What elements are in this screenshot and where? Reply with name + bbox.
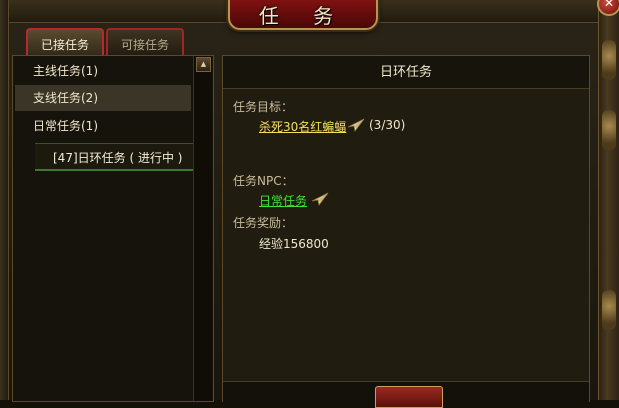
window-left-border bbox=[0, 0, 9, 400]
quest-detail-footer bbox=[223, 381, 589, 408]
quest-target-progress: (3/30) bbox=[369, 118, 406, 132]
teleport-fly-icon[interactable] bbox=[311, 192, 329, 206]
quest-window: 任 务 ✕ 已接任务 可接任务 主线任务(1) 支线任务(2) 日常任务(1) … bbox=[0, 0, 619, 408]
tab-label: 已接任务 bbox=[40, 38, 89, 52]
scroll-up-button[interactable]: ▲ bbox=[196, 57, 211, 72]
quest-category-main[interactable]: 主线任务(1) bbox=[15, 58, 191, 84]
quest-list-scrollbar[interactable]: ▲ bbox=[193, 56, 212, 401]
tab-label: 可接任务 bbox=[120, 38, 169, 52]
close-icon: ✕ bbox=[603, 0, 615, 10]
quest-action-button[interactable] bbox=[375, 386, 443, 408]
quest-npc-link[interactable]: 日常任务 bbox=[259, 192, 307, 209]
list-item-label: 日常任务(1) bbox=[33, 119, 98, 133]
quest-npc-label: 任务NPC： bbox=[233, 174, 294, 188]
quest-target-label: 任务目标： bbox=[233, 100, 294, 114]
quest-item-label: [47]日环任务 ( 进行中 ) bbox=[53, 151, 183, 165]
list-item-label: 主线任务(1) bbox=[33, 64, 98, 78]
frame-ornament bbox=[602, 290, 616, 330]
quest-reward-label: 任务奖励： bbox=[233, 216, 294, 230]
frame-ornament bbox=[602, 40, 616, 80]
arrow-up-icon: ▲ bbox=[200, 60, 207, 68]
teleport-fly-icon[interactable] bbox=[347, 118, 365, 132]
tab-accepted-quests[interactable]: 已接任务 bbox=[26, 28, 104, 58]
tab-available-quests[interactable]: 可接任务 bbox=[106, 28, 184, 58]
quest-category-side[interactable]: 支线任务(2) bbox=[15, 85, 191, 111]
window-title: 任 务 bbox=[258, 4, 348, 28]
frame-ornament bbox=[602, 110, 616, 150]
quest-list-panel: 主线任务(1) 支线任务(2) 日常任务(1) [47]日环任务 ( 进行中 )… bbox=[12, 55, 214, 402]
quest-reward-value: 经验156800 bbox=[259, 237, 329, 251]
quest-item-daily-ring[interactable]: [47]日环任务 ( 进行中 ) bbox=[35, 143, 193, 171]
quest-category-daily[interactable]: 日常任务(1) bbox=[15, 113, 191, 139]
quest-detail-title: 日环任务 bbox=[223, 56, 589, 89]
quest-detail-panel: 日环任务 任务目标： 杀死30名红蝙蝠 (3/30) 任务NPC： 日常任务 任… bbox=[222, 55, 590, 408]
window-title-plaque: 任 务 bbox=[228, 0, 378, 30]
quest-target-link[interactable]: 杀死30名红蝙蝠 bbox=[259, 118, 346, 135]
list-item-label: 支线任务(2) bbox=[33, 91, 98, 105]
